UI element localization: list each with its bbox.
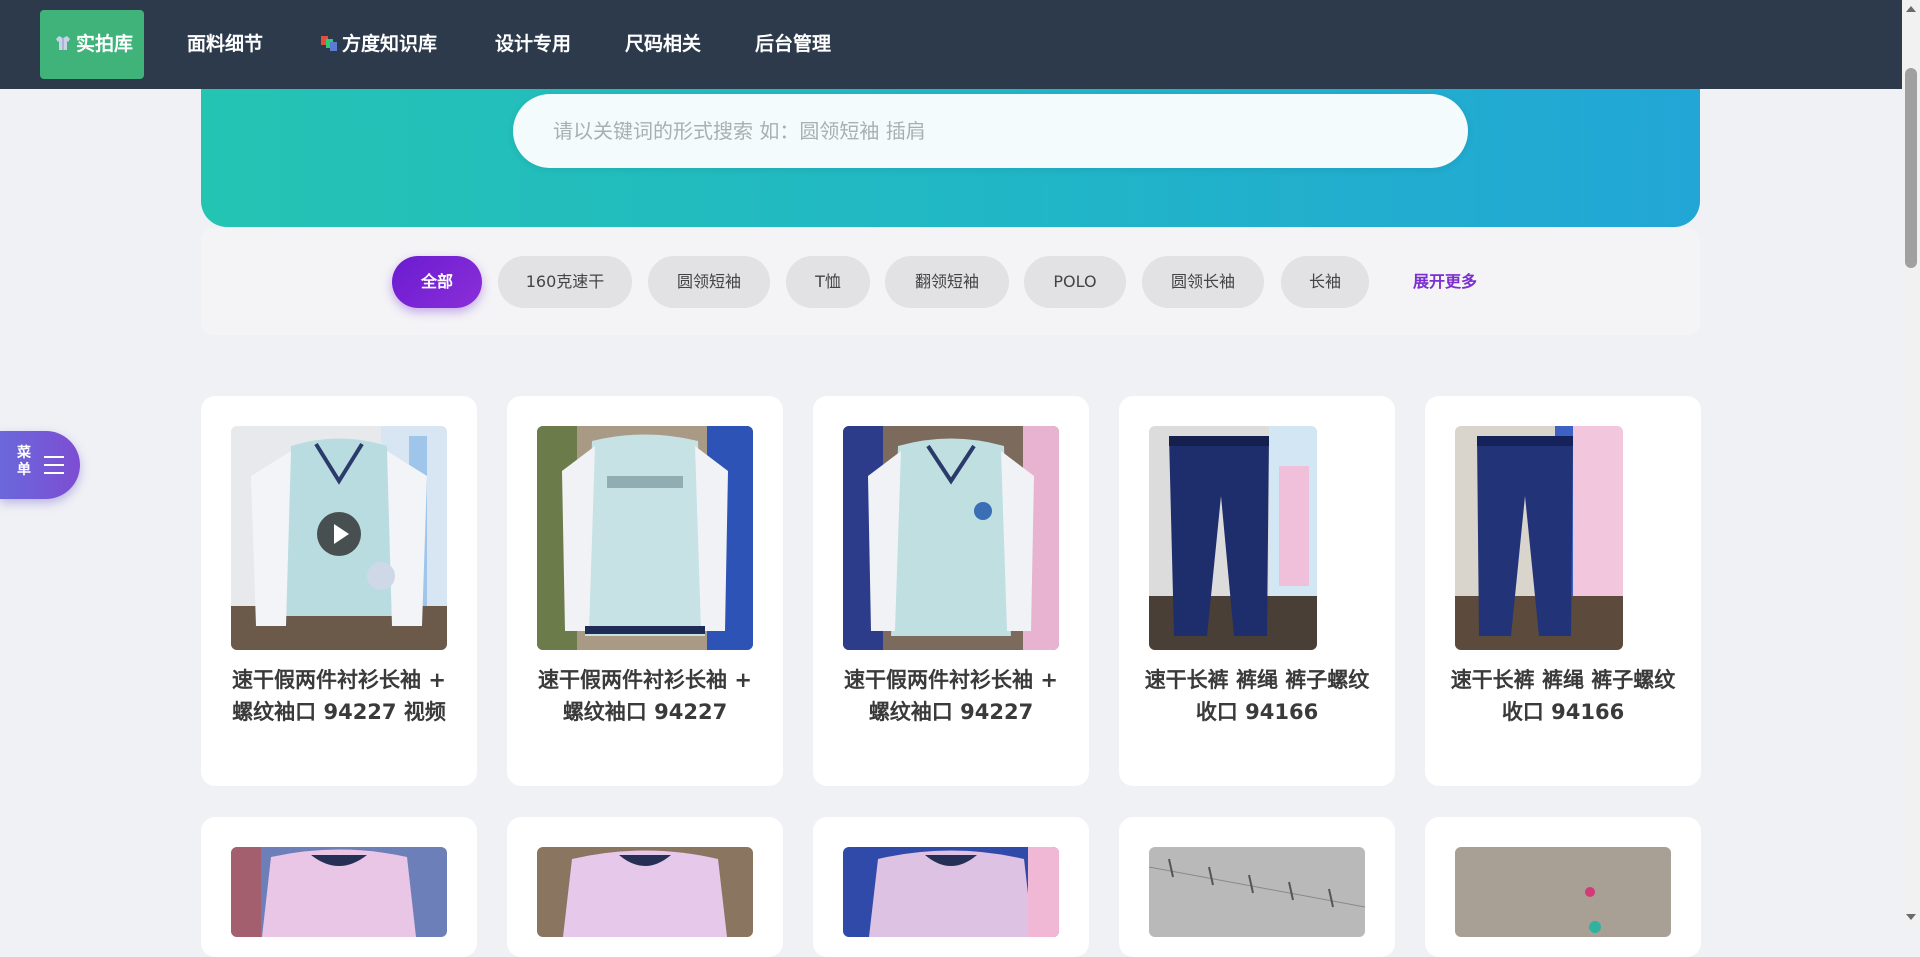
nav-item-label: 实拍库 — [76, 33, 134, 55]
nav-item-admin[interactable]: 后台管理 — [755, 10, 831, 79]
nav-item-size[interactable]: 尺码相关 — [625, 10, 701, 79]
product-title: 速干长裤 裤绳 裤子螺纹收口 94166 — [1144, 668, 1370, 724]
play-video-icon — [317, 512, 361, 556]
side-menu-label: 菜单 — [17, 445, 31, 478]
books-icon — [320, 12, 338, 51]
nav-item-design[interactable]: 设计专用 — [495, 10, 571, 79]
top-navigation: 实拍库 面料细节 方度知识库 设计专用 尺码相关 后台管理 — [0, 0, 1902, 89]
filter-chip-all[interactable]: 全部 — [392, 256, 482, 308]
product-card[interactable] — [1119, 817, 1395, 957]
expand-more-link[interactable]: 展开更多 — [1395, 256, 1495, 308]
nav-item-label: 设计专用 — [495, 33, 572, 55]
side-menu-button[interactable]: 菜单 — [0, 431, 80, 499]
filter-chip-polo[interactable]: POLO — [1024, 256, 1126, 308]
scroll-down-arrow-icon[interactable] — [1906, 914, 1916, 920]
product-title: 速干假两件衬衫长袖 + 螺纹袖口 94227 — [538, 668, 752, 724]
product-image — [1455, 426, 1623, 650]
product-title: 速干长裤 裤绳 裤子螺纹收口 94166 — [1450, 668, 1676, 724]
product-image — [231, 426, 447, 650]
product-image — [1149, 426, 1317, 650]
filter-chip-tshirt[interactable]: T恤 — [786, 256, 870, 308]
product-card[interactable] — [507, 817, 783, 957]
product-card[interactable] — [1425, 817, 1701, 957]
product-image — [537, 426, 753, 650]
filter-chip-round-neck-long[interactable]: 圆领长袖 — [1142, 256, 1264, 308]
shirt-icon — [54, 12, 72, 50]
product-title: 速干假两件衬衫长袖 + 螺纹袖口 94227 — [844, 668, 1058, 724]
nav-item-label: 后台管理 — [755, 33, 832, 55]
product-card[interactable] — [201, 817, 477, 957]
product-card[interactable]: 速干假两件衬衫长袖 + 螺纹袖口 94227 视频 — [201, 396, 477, 786]
product-image — [1149, 847, 1365, 937]
nav-item-knowledge-base[interactable]: 方度知识库 — [320, 10, 437, 79]
nav-item-photo-library[interactable]: 实拍库 — [40, 10, 145, 79]
nav-item-label: 面料细节 — [187, 33, 264, 55]
filter-chip-160g-quickdry[interactable]: 160克速干 — [498, 256, 632, 308]
product-image — [537, 847, 753, 937]
product-image — [231, 847, 447, 937]
product-card[interactable]: 速干假两件衬衫长袖 + 螺纹袖口 94227 — [507, 396, 783, 786]
product-card[interactable]: 速干长裤 裤绳 裤子螺纹收口 94166 — [1119, 396, 1395, 786]
page-scrollbar[interactable] — [1902, 0, 1920, 928]
scrollbar-thumb[interactable] — [1905, 68, 1917, 268]
product-card[interactable]: 速干长裤 裤绳 裤子螺纹收口 94166 — [1425, 396, 1701, 786]
scroll-up-arrow-icon[interactable] — [1906, 6, 1916, 12]
filter-chip-long-sleeve[interactable]: 长袖 — [1281, 256, 1369, 308]
filter-chip-lapel-short[interactable]: 翻领短袖 — [885, 256, 1009, 308]
nav-item-label: 方度知识库 — [342, 33, 438, 55]
hamburger-icon — [44, 456, 64, 480]
product-image — [843, 426, 1059, 650]
product-title: 速干假两件衬衫长袖 + 螺纹袖口 94227 视频 — [232, 668, 446, 724]
product-image — [1455, 847, 1671, 937]
nav-item-label: 尺码相关 — [625, 33, 702, 55]
filter-chip-round-neck-short[interactable]: 圆领短袖 — [648, 256, 770, 308]
product-image — [843, 847, 1059, 937]
product-card[interactable] — [813, 817, 1089, 957]
nav-item-fabric-details[interactable]: 面料细节 — [187, 10, 263, 79]
product-card[interactable]: 速干假两件衬衫长袖 + 螺纹袖口 94227 — [813, 396, 1089, 786]
search-input[interactable] — [513, 94, 1468, 168]
